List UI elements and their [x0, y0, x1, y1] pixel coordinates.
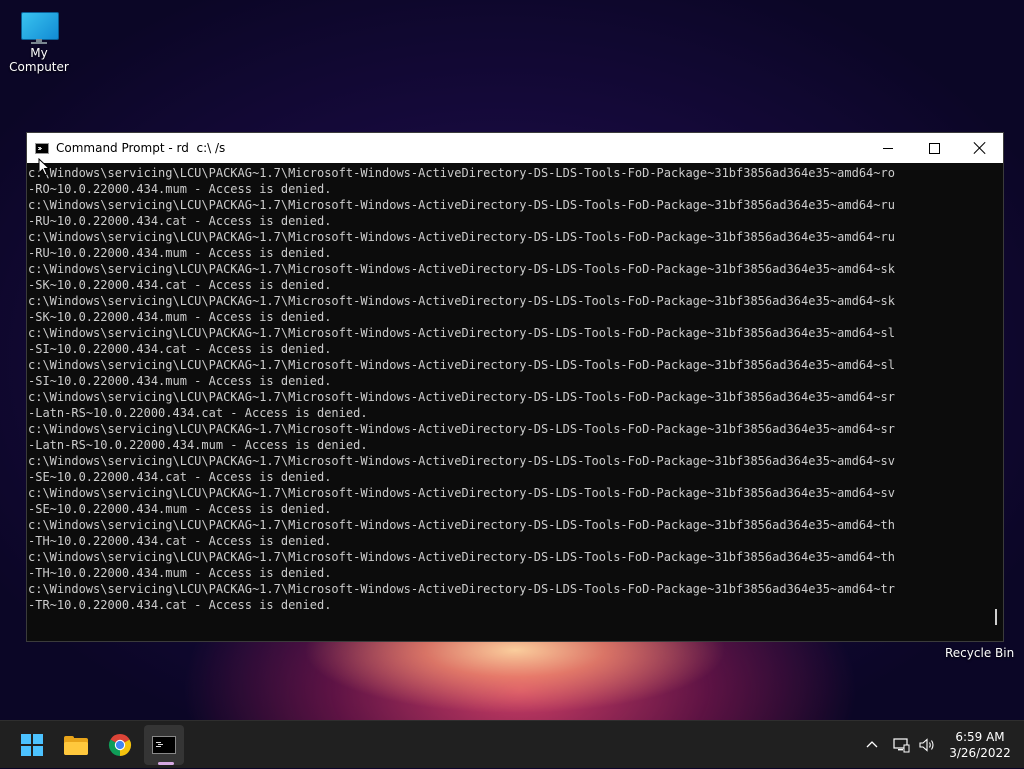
command-prompt-icon	[152, 736, 176, 754]
command-prompt-icon	[35, 142, 49, 154]
monitor-icon	[19, 10, 59, 44]
console-output[interactable]: c:\Windows\servicing\LCU\PACKAG~1.7\Micr…	[27, 163, 997, 641]
console-line: -SE~10.0.22000.434.mum - Access is denie…	[28, 502, 332, 516]
console-text: c:\Windows\servicing\LCU\PACKAG~1.7\Micr…	[27, 163, 997, 613]
console-line: -RU~10.0.22000.434.mum - Access is denie…	[28, 246, 332, 260]
console-line: -TH~10.0.22000.434.mum - Access is denie…	[28, 566, 332, 580]
console-line: c:\Windows\servicing\LCU\PACKAG~1.7\Micr…	[28, 358, 895, 372]
recycle-bin-label[interactable]: Recycle Bin	[945, 646, 1014, 660]
speaker-icon[interactable]	[918, 737, 936, 753]
console-line: -TH~10.0.22000.434.cat - Access is denie…	[28, 534, 332, 548]
console-line: -SE~10.0.22000.434.cat - Access is denie…	[28, 470, 332, 484]
console-line: c:\Windows\servicing\LCU\PACKAG~1.7\Micr…	[28, 550, 895, 564]
console-line: c:\Windows\servicing\LCU\PACKAG~1.7\Micr…	[28, 198, 895, 212]
command-prompt-taskbar-button[interactable]	[144, 725, 184, 765]
file-explorer-button[interactable]	[56, 725, 96, 765]
console-line: -Latn-RS~10.0.22000.434.cat - Access is …	[28, 406, 368, 420]
console-scrollbar[interactable]	[995, 609, 997, 625]
console-line: -SI~10.0.22000.434.cat - Access is denie…	[28, 342, 332, 356]
close-button[interactable]	[957, 133, 1003, 163]
console-line: c:\Windows\servicing\LCU\PACKAG~1.7\Micr…	[28, 486, 895, 500]
clock-time: 6:59 AM	[955, 730, 1005, 744]
command-prompt-window[interactable]: Command Prompt - rd c:\ /s c:\Windows\se…	[26, 132, 1004, 642]
minimize-button[interactable]	[865, 133, 911, 163]
console-line: c:\Windows\servicing\LCU\PACKAG~1.7\Micr…	[28, 262, 895, 276]
taskbar: 6:59 AM 3/26/2022	[0, 720, 1024, 768]
console-line: c:\Windows\servicing\LCU\PACKAG~1.7\Micr…	[28, 422, 895, 436]
windows-start-icon	[21, 734, 43, 756]
console-line: c:\Windows\servicing\LCU\PACKAG~1.7\Micr…	[28, 230, 895, 244]
clock-date: 3/26/2022	[949, 746, 1011, 760]
chrome-icon	[108, 734, 132, 756]
close-icon	[973, 141, 987, 155]
file-explorer-icon	[64, 735, 88, 755]
start-button[interactable]	[12, 725, 52, 765]
console-line: -SK~10.0.22000.434.mum - Access is denie…	[28, 310, 332, 324]
console-line: -TR~10.0.22000.434.cat - Access is denie…	[28, 598, 332, 612]
chevron-up-icon[interactable]	[864, 737, 880, 753]
my-computer-desktop-icon[interactable]: My Computer	[2, 10, 76, 74]
console-line: c:\Windows\servicing\LCU\PACKAG~1.7\Micr…	[28, 390, 895, 404]
network-icon[interactable]	[892, 737, 910, 753]
console-line: -RO~10.0.22000.434.mum - Access is denie…	[28, 182, 332, 196]
window-title: Command Prompt - rd c:\ /s	[56, 141, 226, 155]
maximize-button[interactable]	[911, 133, 957, 163]
mouse-cursor-icon	[38, 158, 50, 176]
active-app-indicator	[158, 762, 174, 765]
my-computer-label: My Computer	[9, 46, 69, 74]
clock[interactable]: 6:59 AM 3/26/2022	[942, 729, 1018, 761]
console-line: -SK~10.0.22000.434.cat - Access is denie…	[28, 278, 332, 292]
console-line: c:\Windows\servicing\LCU\PACKAG~1.7\Micr…	[28, 294, 895, 308]
console-line: c:\Windows\servicing\LCU\PACKAG~1.7\Micr…	[28, 326, 895, 340]
system-tray	[864, 721, 936, 769]
minimize-icon	[883, 147, 893, 149]
window-titlebar[interactable]: Command Prompt - rd c:\ /s	[27, 133, 1003, 163]
console-line: c:\Windows\servicing\LCU\PACKAG~1.7\Micr…	[28, 518, 895, 532]
console-line: c:\Windows\servicing\LCU\PACKAG~1.7\Micr…	[28, 454, 895, 468]
console-line: c:\Windows\servicing\LCU\PACKAG~1.7\Micr…	[28, 166, 895, 180]
console-line: c:\Windows\servicing\LCU\PACKAG~1.7\Micr…	[28, 582, 895, 596]
console-line: -Latn-RS~10.0.22000.434.mum - Access is …	[28, 438, 368, 452]
console-line: -RU~10.0.22000.434.cat - Access is denie…	[28, 214, 332, 228]
maximize-icon	[928, 142, 940, 154]
chrome-button[interactable]	[100, 725, 140, 765]
console-line: -SI~10.0.22000.434.mum - Access is denie…	[28, 374, 332, 388]
